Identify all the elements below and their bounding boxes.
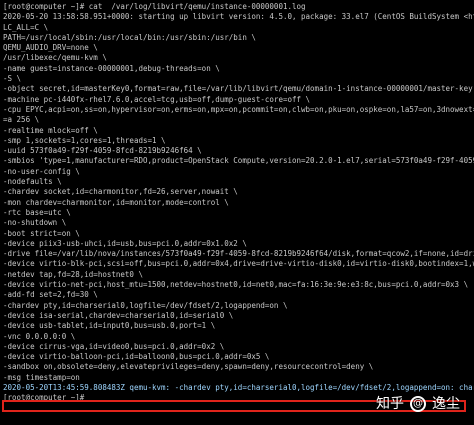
log-line: -chardev socket,id=charmonitor,fd=26,ser… [3, 187, 238, 197]
log-line: -device piix3-usb-uhci,id=usb,bus=pci.0,… [3, 238, 247, 248]
log-line: -no-shutdown \ [3, 218, 67, 228]
log-line: -realtime mlock=off \ [3, 125, 98, 135]
log-line: -device virtio-blk-pci,scsi=off,bus=pci.… [3, 259, 474, 269]
log-line: QEMU_AUDIO_DRV=none \ [3, 43, 98, 53]
log-line: -device virtio-net-pci,host_mtu=1500,net… [3, 280, 469, 290]
log-line: -name guest=instance-00000001,debug-thre… [3, 63, 220, 73]
error-log-line: 2020-05-20T13:45:59.808483Z qemu-kvm: -c… [3, 382, 474, 392]
log-line: -add-fd set=2,fd=30 \ [3, 290, 98, 300]
log-line: -uuid 573f0a49-f29f-4059-8fcd-8219b9246f… [3, 146, 202, 156]
log-line: -cpu EPYC,acpi=on,ss=on,hypervisor=on,er… [3, 104, 474, 114]
at-icon: @ [410, 396, 426, 412]
watermark-author: 逸尘 [432, 395, 460, 412]
zhihu-watermark: 知乎 @ 逸尘 [376, 396, 460, 412]
log-line: -mon chardev=charmonitor,id=monitor,mode… [3, 197, 229, 207]
log-line: /usr/libexec/qemu-kvm \ [3, 53, 107, 63]
log-line: -device virtio-balloon-pci,id=balloon0,b… [3, 352, 270, 362]
log-line: 2020-05-20 13:58:58.951+0000: starting u… [3, 12, 474, 22]
log-line: -smp 1,sockets=1,cores=1,threads=1 \ [3, 135, 166, 145]
log-line: -vnc 0.0.0.0:0 \ [3, 331, 76, 341]
terminal-window[interactable]: [root@computer ~]# cat /var/log/libvirt/… [0, 0, 474, 425]
log-line: -netdev tap,fd=28,id=hostnet0 \ [3, 269, 143, 279]
log-line: -device cirrus-vga,id=video0,bus=pci.0,a… [3, 341, 225, 351]
log-line: -msg timestamp=on [3, 372, 80, 382]
log-line: -machine pc-i440fx-rhel7.6.0,accel=tcg,u… [3, 94, 311, 104]
log-line: LC_ALL=C \ [3, 22, 49, 32]
log-line: =a 256 \ [3, 115, 40, 125]
log-line: -device isa-serial,chardev=charserial0,i… [3, 310, 234, 320]
log-line: -object secret,id=masterKey0,format=raw,… [3, 84, 474, 94]
log-line: -boot strict=on \ [3, 228, 80, 238]
log-line: -rtc base=utc \ [3, 207, 71, 217]
log-line: -drive file=/var/lib/nova/instances/573f… [3, 249, 474, 259]
log-line: PATH=/usr/local/sbin:/usr/local/bin:/usr… [3, 32, 256, 42]
log-line: -no-user-config \ [3, 166, 80, 176]
log-line: -chardev pty,id=charserial0,logfile=/dev… [3, 300, 288, 310]
log-line: -device usb-tablet,id=input0,bus=usb.0,p… [3, 321, 216, 331]
watermark-platform: 知乎 [376, 395, 404, 412]
log-line: -smbios 'type=1,manufacturer=RDO,product… [3, 156, 474, 166]
terminal-output: [root@computer ~]# cat /var/log/libvirt/… [3, 2, 474, 404]
log-line: -nodefaults \ [3, 177, 62, 187]
command-line: [root@computer ~]# cat /var/log/libvirt/… [3, 2, 306, 11]
log-line: -S \ [3, 74, 22, 84]
log-line: -sandbox on,obsolete=deny,elevateprivile… [3, 362, 374, 372]
